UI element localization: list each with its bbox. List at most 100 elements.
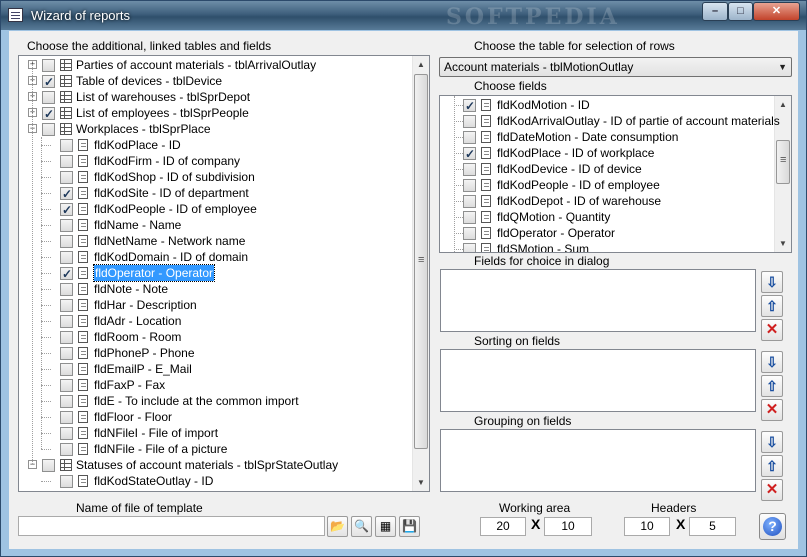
field-list-item[interactable]: fldKodMotion - ID (440, 97, 773, 114)
row-table-select[interactable]: Account materials - tblMotionOutlay ▼ (439, 57, 792, 77)
tree-field-node[interactable]: fldRoom - Room (19, 329, 412, 345)
sorting-delete-button[interactable]: ✕ (761, 399, 783, 421)
tree-table-node[interactable]: +Table of devices - tblDevice (19, 73, 412, 90)
field-checkbox[interactable] (463, 163, 476, 176)
field-list-item[interactable]: fldOperator - Operator (440, 225, 773, 241)
field-checkbox[interactable] (463, 131, 476, 144)
tree-field-node[interactable]: fldKodPeople - ID of employee (19, 201, 412, 218)
tree-checkbox[interactable] (42, 91, 55, 104)
field-list-item[interactable]: fldKodPlace - ID of workplace (440, 145, 773, 162)
field-list-item[interactable]: fldSMotion - Sum (440, 241, 773, 252)
field-checkbox[interactable] (463, 243, 476, 252)
preview-icon[interactable]: 🔍 (351, 516, 372, 537)
field-checkbox[interactable] (463, 227, 476, 240)
tree-checkbox[interactable] (60, 251, 73, 264)
tree-checkbox[interactable] (42, 123, 55, 136)
grouping-delete-button[interactable]: ✕ (761, 479, 783, 501)
tree-field-node[interactable]: fldKodSite - ID of department (19, 185, 412, 202)
scroll-down-icon[interactable]: ▼ (413, 474, 429, 491)
template-file-input[interactable] (18, 516, 325, 536)
tree-field-node[interactable]: fldKodPlace - ID (19, 137, 412, 153)
tree-checkbox[interactable] (60, 379, 73, 392)
grouping-move-down-button[interactable]: ⇩ (761, 431, 783, 453)
tree-table-node[interactable]: − Statuses of account materials - tblSprS… (19, 457, 412, 473)
tree-field-node[interactable]: fldNote - Note (19, 281, 412, 297)
tree-checkbox[interactable] (42, 106, 55, 122)
tree-scroll-thumb[interactable] (414, 74, 428, 449)
tree-field-node[interactable]: fldPhoneP - Phone (19, 345, 412, 361)
tree-field-node[interactable]: fldFaxP - Fax (19, 377, 412, 393)
sorting-fields-list[interactable] (440, 349, 756, 412)
close-button[interactable]: ✕ (753, 2, 800, 21)
tree-checkbox[interactable] (60, 475, 73, 488)
tree-table-node[interactable]: +List of employees - tblSprPeople (19, 105, 412, 122)
headers-cols-input[interactable]: 10 (624, 517, 670, 536)
tree-checkbox[interactable] (60, 363, 73, 376)
tree-checkbox[interactable] (60, 299, 73, 312)
fields-scroll-thumb[interactable] (776, 140, 790, 184)
tree-checkbox[interactable] (60, 155, 73, 168)
tree-field-node[interactable]: fldKodShop - ID of subdivision (19, 169, 412, 185)
sorting-move-down-button[interactable]: ⇩ (761, 351, 783, 373)
title-bar[interactable]: Wizard of reports SOFTPEDIA – □ ✕ (1, 1, 806, 30)
tree-checkbox[interactable] (60, 139, 73, 152)
tree-field-node[interactable]: fldFloor - Floor (19, 409, 412, 425)
field-checkbox[interactable] (463, 115, 476, 128)
dialog-delete-button[interactable]: ✕ (761, 319, 783, 341)
grouping-fields-list[interactable] (440, 429, 756, 492)
edit-template-icon[interactable]: ▦ (375, 516, 396, 537)
field-checkbox[interactable] (463, 98, 476, 114)
tree-field-node[interactable]: fldOperator - Operator (19, 264, 412, 282)
field-list-item[interactable]: fldDateMotion - Date consumption (440, 129, 773, 145)
tree-field-node[interactable]: fldAdr - Location (19, 313, 412, 329)
tree-field-node[interactable]: fldNetName - Network name (19, 233, 412, 249)
tree-field-node[interactable]: fldNFile - File of a picture (19, 441, 412, 457)
field-list-item[interactable]: fldQMotion - Quantity (440, 209, 773, 225)
dialog-move-up-button[interactable]: ⇧ (761, 295, 783, 317)
tree-field-node[interactable]: fldNFileI - File of import (19, 425, 412, 441)
scroll-up-icon[interactable]: ▲ (775, 96, 791, 113)
maximize-button[interactable]: □ (728, 2, 753, 21)
tree-checkbox[interactable] (42, 74, 55, 90)
tree-field-node[interactable]: fldE - To include at the common import (19, 393, 412, 409)
linked-tables-tree[interactable]: ▲ ▼ +Parties of account materials - tblA… (18, 55, 430, 492)
tree-checkbox[interactable] (42, 59, 55, 72)
tree-checkbox[interactable] (42, 459, 55, 472)
tree-checkbox[interactable] (60, 347, 73, 360)
save-icon[interactable]: 💾 (399, 516, 420, 537)
scroll-down-icon[interactable]: ▼ (775, 235, 791, 252)
field-checkbox[interactable] (463, 211, 476, 224)
tree-field-node[interactable]: fldHar - Description (19, 297, 412, 313)
tree-table-node[interactable]: + List of warehouses - tblSprDepot (19, 89, 412, 105)
tree-field-node[interactable]: fldKodStateOutlay - ID (19, 473, 412, 489)
open-folder-icon[interactable]: 📂 (327, 516, 348, 537)
dialog-fields-list[interactable] (440, 269, 756, 332)
scroll-up-icon[interactable]: ▲ (413, 56, 429, 73)
field-list-item[interactable]: fldKodDevice - ID of device (440, 161, 773, 177)
minimize-button[interactable]: – (702, 2, 728, 21)
help-button[interactable]: ? (759, 513, 786, 540)
tree-checkbox[interactable] (60, 219, 73, 232)
tree-checkbox[interactable] (60, 411, 73, 424)
tree-checkbox[interactable] (60, 283, 73, 296)
tree-checkbox[interactable] (60, 266, 73, 282)
field-checkbox[interactable] (463, 195, 476, 208)
field-list-item[interactable]: fldKodPeople - ID of employee (440, 177, 773, 193)
working-area-rows-input[interactable]: 10 (544, 517, 592, 536)
tree-table-node[interactable]: − Workplaces - tblSprPlace (19, 121, 412, 137)
tree-checkbox[interactable] (60, 171, 73, 184)
tree-checkbox[interactable] (60, 443, 73, 456)
choose-fields-list[interactable]: ▲ ▼ fldKodMotion - ID fldKodArrivalOutlay… (439, 95, 792, 253)
tree-field-node[interactable]: fldKodFirm - ID of company (19, 153, 412, 169)
tree-scrollbar[interactable]: ▲ ▼ (412, 56, 429, 491)
sorting-move-up-button[interactable]: ⇧ (761, 375, 783, 397)
tree-table-node[interactable]: + Parties of account materials - tblArriv… (19, 57, 412, 73)
field-checkbox[interactable] (463, 179, 476, 192)
field-checkbox[interactable] (463, 146, 476, 162)
headers-rows-input[interactable]: 5 (689, 517, 736, 536)
tree-checkbox[interactable] (60, 315, 73, 328)
tree-field-node[interactable]: fldKodDomain - ID of domain (19, 249, 412, 265)
grouping-move-up-button[interactable]: ⇧ (761, 455, 783, 477)
tree-checkbox[interactable] (60, 427, 73, 440)
tree-checkbox[interactable] (60, 186, 73, 202)
